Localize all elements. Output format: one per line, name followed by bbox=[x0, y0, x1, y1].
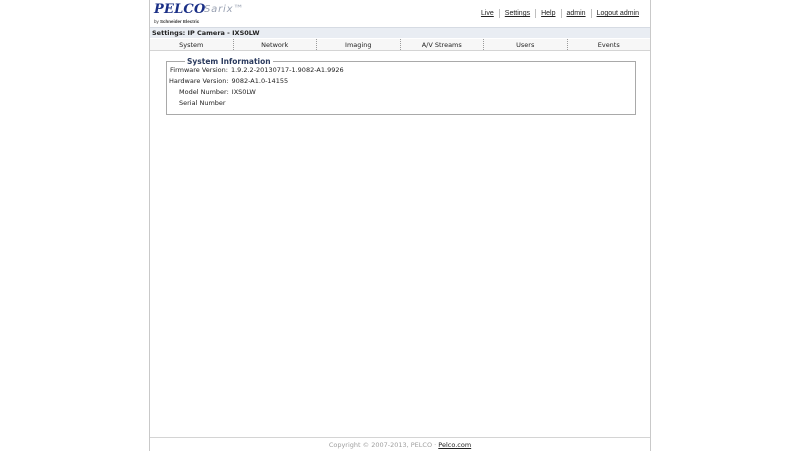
tab-imaging[interactable]: Imaging bbox=[317, 39, 401, 50]
user-link[interactable]: admin bbox=[562, 10, 591, 17]
system-information-heading: System Information bbox=[185, 57, 273, 66]
live-link[interactable]: Live bbox=[476, 10, 499, 17]
tab-av-streams[interactable]: A/V Streams bbox=[401, 39, 484, 50]
settings-tabs: System Network Imaging A/V Streams Users… bbox=[150, 39, 650, 51]
hardware-version-value: 9082-A1.0-14155 bbox=[231, 77, 289, 85]
hardware-version-label: Hardware Version: bbox=[169, 77, 229, 85]
firmware-version-row: Firmware Version: 1.9.2.2-20130717-1.9082… bbox=[170, 66, 344, 74]
model-number-value: IXS0LW bbox=[231, 88, 256, 96]
logo-by-prefix: by bbox=[154, 19, 159, 24]
system-information-panel: System Information Firmware Version: 1.9.… bbox=[166, 57, 636, 115]
logo-product-name: Sarix™ bbox=[204, 4, 245, 15]
model-number-row: Model Number: IXS0LW bbox=[179, 88, 256, 96]
serial-number-row: Serial Number bbox=[179, 99, 229, 107]
tab-network[interactable]: Network bbox=[234, 39, 317, 50]
page-title: Settings: IP Camera - IXS0LW bbox=[150, 27, 650, 38]
serial-number-label: Serial Number bbox=[179, 99, 226, 107]
logo-brand-name: PELCO bbox=[154, 2, 206, 17]
logout-link[interactable]: Logout admin bbox=[592, 10, 644, 17]
tab-users[interactable]: Users bbox=[484, 39, 568, 50]
firmware-version-value: 1.9.2.2-20130717-1.9082-A1.9926 bbox=[230, 66, 344, 74]
logo-by-company: Schneider Electric bbox=[160, 19, 200, 24]
settings-link[interactable]: Settings bbox=[500, 10, 535, 17]
hardware-version-row: Hardware Version: 9082-A1.0-14155 bbox=[169, 77, 288, 85]
tab-events[interactable]: Events bbox=[568, 39, 651, 50]
header: PELCO Sarix™ by Schneider Electric Live … bbox=[150, 0, 650, 27]
firmware-version-label: Firmware Version: bbox=[170, 66, 228, 74]
logo-byline: by Schneider Electric bbox=[154, 19, 199, 24]
top-nav: Live Settings Help admin Logout admin bbox=[476, 9, 644, 18]
tab-system[interactable]: System bbox=[150, 39, 234, 50]
footer: Copyright © 2007-2013, PELCO · Pelco.com bbox=[150, 437, 650, 451]
copyright-text: Copyright © 2007-2013, PELCO bbox=[328, 441, 433, 449]
help-link[interactable]: Help bbox=[536, 10, 560, 17]
page-container: PELCO Sarix™ by Schneider Electric Live … bbox=[149, 0, 651, 451]
pelco-logo: PELCO Sarix™ by Schneider Electric bbox=[154, 2, 264, 26]
pelco-website-link[interactable]: Pelco.com bbox=[438, 441, 471, 449]
model-number-label: Model Number: bbox=[179, 88, 229, 96]
